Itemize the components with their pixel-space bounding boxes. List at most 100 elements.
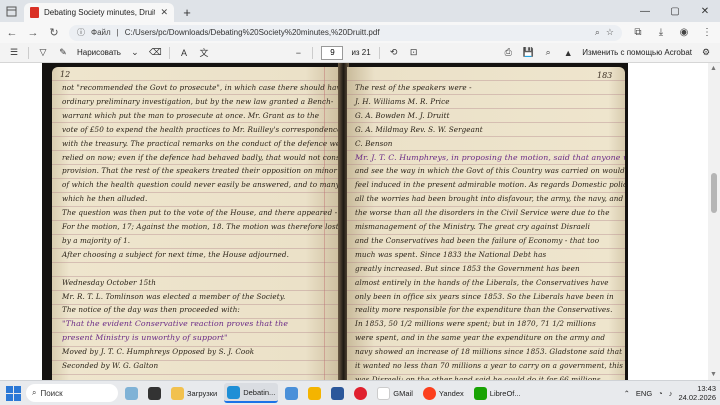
handwritten-line: it wanted no less than 70 millions a yea… [355, 361, 624, 370]
handwritten-line: by a majority of 1. [62, 235, 131, 245]
handwritten-line: provision. That the rest of the speakers… [62, 166, 340, 176]
handwritten-line: reality more responsible for the expendi… [355, 305, 613, 315]
translate-icon[interactable]: 文 [198, 46, 210, 59]
find-icon[interactable]: ⌕ [542, 47, 554, 58]
pdf-file-icon [30, 7, 39, 18]
handwritten-line: greatly increased. But since 1853 the Go… [355, 263, 580, 273]
contents-menu-icon[interactable]: ☰ [8, 47, 20, 58]
gmail-icon [377, 386, 391, 400]
pdf-viewer[interactable]: 12 not "recommended the Govt to prosecut… [0, 63, 720, 380]
page-number-input[interactable] [321, 45, 344, 60]
settings-gear-icon[interactable]: ⚙ [700, 47, 712, 58]
acrobat-icon: ▲ [563, 47, 573, 58]
new-tab-button[interactable]: + [178, 3, 196, 21]
zoom-out-icon[interactable]: − [292, 48, 304, 58]
taskbar-app-downloads[interactable]: Загрузки [168, 383, 220, 403]
rotate-icon[interactable]: ⟲ [388, 47, 400, 58]
yandex-icon [422, 386, 436, 400]
highlight-icon[interactable]: ▽ [37, 47, 49, 58]
handwritten-line: Wednesday October 15th [62, 277, 157, 287]
handwritten-line: Mr. R. T. L. Tomlinson was elected a mem… [62, 291, 286, 301]
search-icon: ⌕ [32, 388, 37, 397]
site-info-icon[interactable]: ⓘ [77, 27, 85, 38]
handwritten-line: For the motion, 17; Against the motion, … [62, 222, 339, 231]
scroll-up-icon[interactable]: ▲ [710, 65, 717, 72]
handwritten-line: which he then alluded. [62, 194, 148, 204]
refresh-icon[interactable]: ↻ [48, 26, 60, 39]
taskbar-app-libreoffice[interactable]: LibreOf... [471, 383, 524, 403]
handwritten-line: warrant which put the man to prosecute a… [62, 110, 320, 120]
handwritten-line: vote of £50 to expend the health practic… [62, 124, 340, 134]
file-explorer-icon[interactable] [145, 383, 164, 403]
tab-actions-button[interactable] [0, 0, 22, 22]
print-icon[interactable]: ⎙ [502, 47, 514, 58]
weather-widget-icon[interactable] [122, 383, 141, 403]
maximize-icon[interactable]: ▢ [660, 6, 690, 17]
read-aloud-icon[interactable]: A [178, 48, 190, 58]
tab-active[interactable]: Debating Society minutes, Druitt.p ✕ [24, 3, 174, 22]
handwritten-line: G. A. Mildmay Rev. S. W. Sergeant [355, 124, 483, 134]
handwritten-line: Moved by J. T. C. Humphreys Opposed by S… [62, 347, 255, 357]
explorer-icon[interactable] [305, 383, 324, 403]
page-total-label: из 21 [351, 48, 371, 57]
vertical-scrollbar[interactable]: ▲ ▼ [708, 63, 720, 380]
address-bar: ← → ↻ ⓘ Файл | C:/Users/pc/Downloads/Deb… [0, 22, 720, 43]
word-icon[interactable] [328, 383, 347, 403]
handwritten-line: almost entirely in the hands of the Libe… [355, 277, 609, 287]
wifi-icon[interactable]: ◔ [658, 389, 663, 398]
window-close-icon[interactable]: ✕ [690, 6, 720, 17]
tab-strip: Debating Society minutes, Druitt.p ✕ + —… [0, 0, 720, 22]
eraser-icon[interactable]: ⌫ [149, 47, 162, 58]
address-scheme: Файл [91, 28, 111, 37]
clock[interactable]: 13:43 24.02.2026 [678, 384, 716, 402]
menu-icon[interactable]: ⋮ [700, 27, 714, 38]
windows-start-icon[interactable] [4, 384, 22, 402]
handwritten-line: mismanagement of the Ministry. The great… [355, 222, 591, 231]
edit-with-acrobat-button[interactable]: Изменить с помощью Acrobat [582, 48, 692, 57]
fit-page-icon[interactable]: ⊡ [408, 47, 420, 58]
handwritten-line: G. A. Bowden M. J. Druitt [355, 110, 450, 120]
close-icon[interactable]: ✕ [160, 7, 168, 18]
draw-button[interactable]: Нарисовать [77, 48, 121, 57]
draw-icon[interactable]: ✎ [57, 47, 69, 58]
right-page-number: 183 [597, 71, 613, 80]
handwritten-line: present Ministry is unworthy of support" [62, 333, 228, 343]
language-indicator[interactable]: ENG [636, 389, 652, 398]
taskbar: ⌕ Поиск Загрузки Debatin... GMail Yandex… [0, 380, 720, 405]
volume-icon[interactable]: ♪ [669, 389, 673, 398]
url-omnibox[interactable]: ⓘ Файл | C:/Users/pc/Downloads/Debating%… [69, 24, 622, 41]
scrollbar-thumb[interactable] [711, 173, 717, 213]
scroll-down-icon[interactable]: ▼ [710, 371, 717, 378]
url-text[interactable]: C:/Users/pc/Downloads/Debating%20Society… [125, 28, 589, 37]
opera-icon[interactable] [351, 383, 370, 403]
bookmark-star-icon[interactable]: ☆ [606, 27, 614, 38]
save-icon[interactable]: 💾 [522, 47, 534, 58]
handwritten-line: J. H. Williams M. R. Price [355, 96, 450, 106]
handwritten-line: much was spent. Since 1833 the National … [355, 249, 547, 259]
taskbar-app-yandex[interactable]: Yandex [420, 383, 467, 403]
extensions-icon[interactable]: ⧉ [631, 27, 645, 38]
manuscript-page-image: 12 not "recommended the Govt to prosecut… [42, 63, 628, 380]
tab-title: Debating Society minutes, Druitt.p [44, 8, 156, 17]
handwritten-line: In 1853, 50 1/2 millions were spent; but… [355, 319, 596, 329]
left-page: 12 not "recommended the Govt to prosecut… [52, 67, 340, 380]
tray-chevron-icon[interactable]: ⌃ [624, 389, 630, 398]
minimize-icon[interactable]: — [630, 6, 660, 17]
handwritten-line: and the Conservatives had been the failu… [355, 235, 600, 245]
left-page-number: 12 [60, 70, 71, 79]
handwritten-line: not "recommended the Govt to prosecute",… [62, 83, 340, 92]
forward-icon[interactable]: → [27, 27, 39, 39]
chevron-down-icon[interactable]: ⌄ [129, 47, 141, 58]
back-icon[interactable]: ← [6, 27, 18, 39]
handwritten-line: the worse than all the disorders in the … [355, 208, 610, 218]
download-icon[interactable]: ⤓ [654, 27, 668, 38]
store-icon[interactable] [282, 383, 301, 403]
taskbar-app-edge-pdf[interactable]: Debatin... [224, 383, 279, 403]
handwritten-line: of which the health question could never… [62, 180, 340, 190]
handwritten-line: only been in office six years since 1853… [355, 291, 614, 301]
taskbar-search[interactable]: ⌕ Поиск [26, 384, 118, 402]
tab-actions-icon [6, 6, 16, 16]
zoom-icon[interactable]: ⌕ [595, 27, 600, 38]
profile-icon[interactable]: ◉ [677, 27, 691, 38]
taskbar-app-gmail[interactable]: GMail [374, 383, 416, 403]
